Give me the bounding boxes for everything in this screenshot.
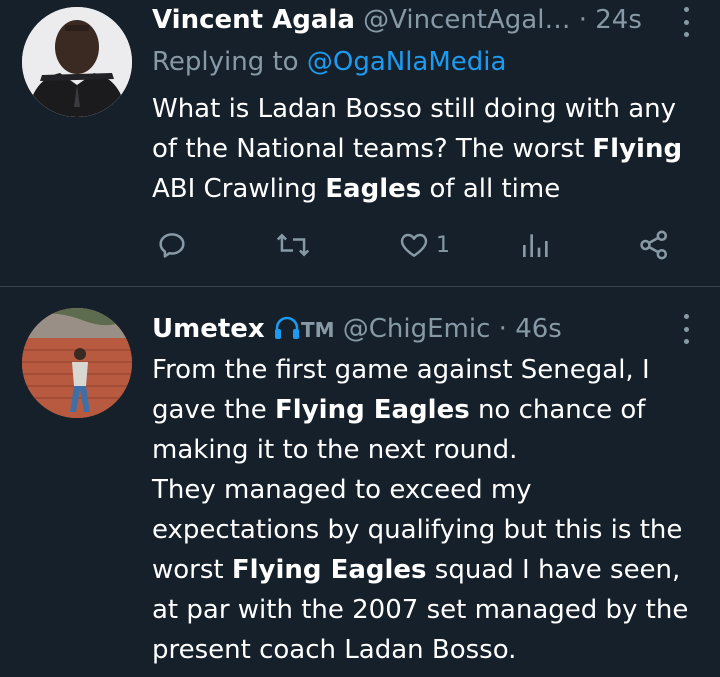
avatar[interactable] bbox=[22, 308, 132, 418]
tweet-header: Umetex TM @ChigEmic · 46s bbox=[152, 312, 660, 350]
user-handle[interactable]: @ChigEmic bbox=[343, 314, 491, 344]
tweet[interactable]: Umetex TM @ChigEmic · 46s From the first… bbox=[0, 0, 720, 677]
bold-text: Flying Eagles bbox=[231, 555, 427, 585]
more-icon[interactable] bbox=[682, 314, 690, 344]
bold-text: Flying Eagles bbox=[275, 395, 470, 425]
separator-dot: · bbox=[498, 314, 507, 344]
headphones-icon bbox=[273, 315, 301, 350]
avatar-photo bbox=[22, 308, 132, 418]
timestamp[interactable]: 46s bbox=[515, 314, 562, 344]
trademark-label: TM bbox=[300, 318, 335, 342]
tweet-text: From the first game against Senegal, I g… bbox=[152, 350, 700, 670]
display-name[interactable]: Umetex bbox=[152, 314, 265, 344]
